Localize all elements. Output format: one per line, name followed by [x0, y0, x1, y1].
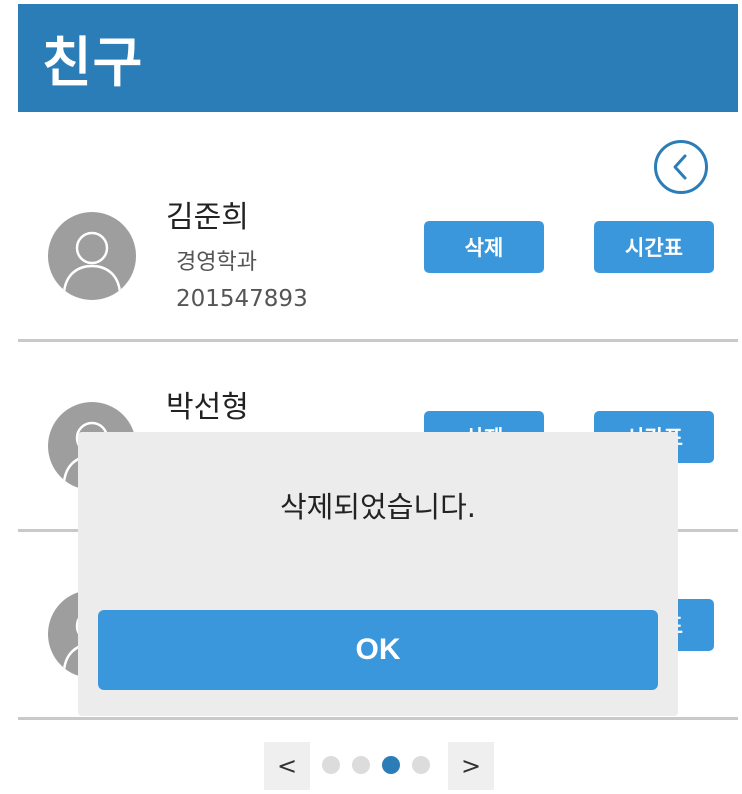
friend-department: 경영학과: [176, 250, 257, 275]
dialog-message: 삭제되었습니다.: [280, 490, 476, 524]
prev-page-button[interactable]: <: [264, 742, 310, 790]
page-dot[interactable]: [412, 756, 430, 774]
friend-name: 김준희: [166, 200, 249, 235]
friend-student-id: 201547893: [176, 286, 308, 312]
alert-dialog: 삭제되었습니다. OK: [78, 432, 678, 716]
row-divider: [18, 717, 738, 720]
page-dot-active[interactable]: [382, 756, 400, 774]
page-title: 친구: [42, 31, 144, 94]
friend-row: 김준희 경영학과 201547893 삭제 시간표: [18, 152, 738, 342]
avatar: [48, 212, 136, 300]
pagination: < >: [264, 742, 494, 790]
user-silhouette-icon: [62, 231, 122, 293]
timetable-button[interactable]: 시간표: [594, 221, 714, 273]
page-dot[interactable]: [352, 756, 370, 774]
page-dot[interactable]: [322, 756, 340, 774]
ok-button[interactable]: OK: [98, 610, 658, 690]
next-page-button[interactable]: >: [448, 742, 494, 790]
app-header: 친구: [18, 4, 738, 112]
delete-button[interactable]: 삭제: [424, 221, 544, 273]
friend-name: 박선형: [166, 390, 249, 425]
